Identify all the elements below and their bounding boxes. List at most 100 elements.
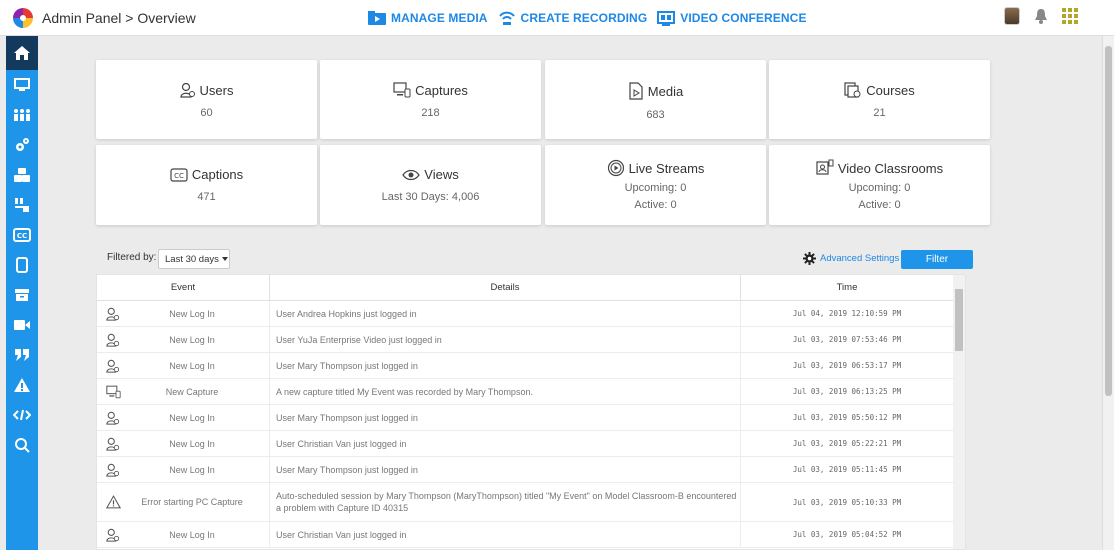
event-details: User Christian Van just logged in: [270, 522, 741, 547]
courses-icon: [844, 82, 861, 98]
table-row[interactable]: New Log In User YuJa Enterprise Video ju…: [97, 327, 965, 353]
bell-icon[interactable]: [1034, 8, 1048, 24]
live-streams-card-title: Live Streams: [628, 160, 705, 176]
table-row[interactable]: New Log In User Christian Van just logge…: [97, 431, 965, 457]
svg-text:CC: CC: [174, 172, 184, 180]
user-icon: [97, 437, 129, 451]
sidebar-item-analytics[interactable]: [6, 430, 38, 460]
date-range-select[interactable]: Last 30 days: [158, 249, 230, 269]
capture-icon: [393, 82, 411, 98]
user-icon: [97, 411, 129, 425]
time-column-header[interactable]: Time: [741, 275, 954, 300]
app-logo-icon[interactable]: [12, 7, 34, 29]
captions-card[interactable]: CC Captions 471: [96, 145, 317, 225]
event-details: User Mary Thompson just logged in: [270, 353, 741, 378]
user-icon: [97, 359, 129, 373]
courses-card[interactable]: Courses 21: [769, 60, 990, 139]
table-row[interactable]: New Log In User Mary Thompson just logge…: [97, 457, 965, 483]
advanced-settings-label: Advanced Settings: [820, 253, 900, 264]
event-column-header[interactable]: Event: [97, 275, 270, 300]
event-details: User YuJa Enterprise Video just logged i…: [270, 327, 741, 352]
sidebar-item-classrooms[interactable]: [6, 190, 38, 220]
event-time: Jul 03, 2019 05:50:12 PM: [741, 405, 954, 430]
table-row[interactable]: New Log In User Andrea Hopkins just logg…: [97, 301, 965, 327]
sidebar-item-devices[interactable]: [6, 70, 38, 100]
table-header: Event Details Time: [97, 275, 965, 301]
views-card-title: Views: [424, 167, 459, 182]
app-grid-icon[interactable]: [1062, 8, 1078, 24]
video-conference-link[interactable]: VIDEO CONFERENCE: [657, 10, 807, 26]
table-scrollbar[interactable]: [953, 275, 965, 549]
live-streams-card[interactable]: Live Streams Upcoming: 0 Active: 0: [545, 145, 766, 225]
event-type: Error starting PC Capture: [141, 497, 243, 507]
sidebar-item-video[interactable]: [6, 310, 38, 340]
event-details: Auto-scheduled session by Mary Thompson …: [270, 483, 741, 521]
table-row[interactable]: New Log In User Christian Van just logge…: [97, 522, 965, 548]
gears-icon: [16, 138, 29, 151]
table-row[interactable]: Error starting PC Capture Auto-scheduled…: [97, 483, 965, 522]
sidebar-item-alerts[interactable]: [6, 370, 38, 400]
event-type: New Capture: [165, 386, 219, 397]
media-card-title: Media: [647, 83, 684, 99]
sidebar: CC: [6, 36, 38, 550]
table-row[interactable]: New Log In User Mary Thompson just logge…: [97, 353, 965, 379]
manage-media-label: MANAGE MEDIA: [391, 11, 488, 25]
date-range-value: Last 30 days: [165, 253, 219, 265]
sidebar-item-integrations[interactable]: [6, 160, 38, 190]
activity-table: Event Details Time New Log In User Andre…: [96, 274, 966, 550]
sidebar-item-quotes[interactable]: [6, 340, 38, 370]
archive-icon: [15, 289, 29, 301]
event-time: Jul 03, 2019 06:53:17 PM: [741, 353, 954, 378]
captures-card[interactable]: Captures 218: [320, 60, 541, 139]
sidebar-item-developer[interactable]: [6, 400, 38, 430]
sidebar-item-users[interactable]: [6, 100, 38, 130]
video-conference-label: VIDEO CONFERENCE: [680, 11, 807, 25]
filter-button[interactable]: Filter: [901, 250, 973, 269]
media-card-value: 683: [646, 109, 665, 121]
table-scrollbar-thumb[interactable]: [955, 289, 963, 351]
user-icon: [97, 307, 129, 321]
event-time: Jul 03, 2019 05:04:52 PM: [741, 522, 954, 547]
captures-card-value: 218: [421, 107, 440, 119]
captions-card-title: Captions: [191, 167, 244, 182]
code-icon: [13, 409, 31, 421]
search-analytics-icon: [15, 438, 30, 453]
sidebar-item-settings[interactable]: [6, 130, 38, 160]
capture-icon: [97, 385, 129, 399]
event-details: User Mary Thompson just logged in: [270, 405, 741, 430]
svg-text:CC: CC: [17, 232, 27, 240]
users-card-title: Users: [199, 82, 234, 98]
event-time: Jul 03, 2019 06:13:25 PM: [741, 379, 954, 404]
media-card[interactable]: Media 683: [545, 60, 766, 139]
sidebar-item-captions[interactable]: CC: [6, 220, 38, 250]
details-column-header[interactable]: Details: [270, 275, 741, 300]
sidebar-item-archive[interactable]: [6, 280, 38, 310]
video-classrooms-card-title: Video Classrooms: [837, 160, 944, 176]
event-details: User Andrea Hopkins just logged in: [270, 301, 741, 326]
sidebar-item-home[interactable]: [6, 36, 38, 70]
user-icon: [179, 82, 195, 98]
video-classrooms-upcoming: Upcoming: 0: [848, 182, 911, 194]
sidebar-item-mobile[interactable]: [6, 250, 38, 280]
live-stream-icon: [607, 159, 624, 177]
event-details: A new capture titled My Event was record…: [270, 379, 741, 404]
table-row[interactable]: New Log In User Mary Thompson just logge…: [97, 405, 965, 431]
top-nav: MANAGE MEDIA CREATE RECORDING VIDEO CONF…: [368, 0, 807, 36]
event-time: Jul 03, 2019 05:11:45 PM: [741, 457, 954, 482]
courses-card-title: Courses: [866, 82, 915, 98]
views-card[interactable]: Views Last 30 Days: 4,006: [320, 145, 541, 225]
top-right-tools: [1004, 7, 1078, 25]
avatar[interactable]: [1004, 7, 1020, 25]
page-scrollbar[interactable]: [1102, 36, 1114, 550]
advanced-settings-link[interactable]: Advanced Settings: [803, 252, 899, 265]
page-scrollbar-thumb[interactable]: [1105, 46, 1112, 396]
video-classrooms-card[interactable]: Video Classrooms Upcoming: 0 Active: 0: [769, 145, 990, 225]
views-card-value: Last 30 Days: 4,006: [381, 191, 480, 203]
manage-media-link[interactable]: MANAGE MEDIA: [368, 11, 488, 25]
create-recording-link[interactable]: CREATE RECORDING: [498, 10, 648, 26]
captions-icon: CC: [13, 228, 31, 242]
table-row[interactable]: New Capture A new capture titled My Even…: [97, 379, 965, 405]
users-card[interactable]: Users 60: [96, 60, 317, 139]
users-card-value: 60: [200, 107, 213, 119]
warning-icon: [97, 495, 129, 509]
